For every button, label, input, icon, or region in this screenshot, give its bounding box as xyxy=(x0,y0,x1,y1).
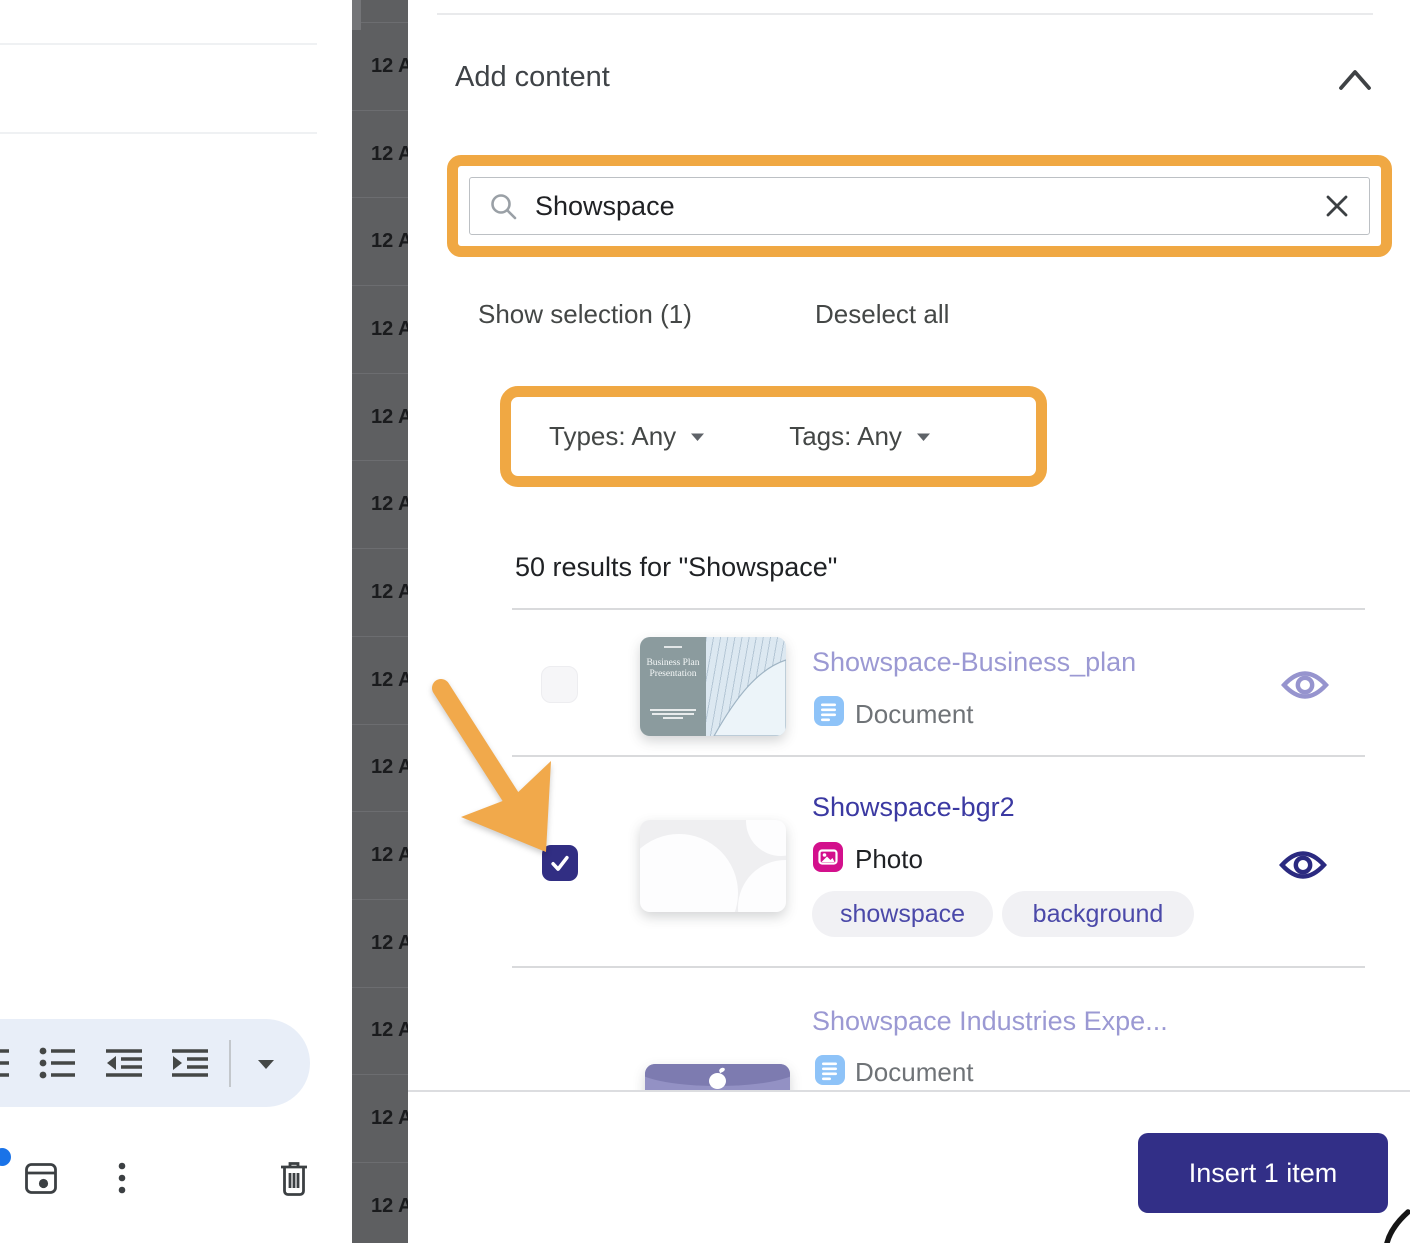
tag-chip: showspace xyxy=(812,891,993,937)
types-filter-dropdown[interactable]: Types: Any xyxy=(549,421,705,452)
editor-divider xyxy=(0,43,317,45)
result-thumbnail: Business Plan Presentation xyxy=(640,637,786,736)
results-count: 50 results for "Showspace" xyxy=(515,552,837,583)
calendar-hour-row: 12 AM xyxy=(352,22,408,110)
calendar-hour-row: 12 AM xyxy=(352,285,408,373)
numbered-list-icon[interactable] xyxy=(0,1045,12,1081)
document-type-icon xyxy=(814,696,844,726)
indent-decrease-icon[interactable] xyxy=(105,1047,143,1079)
more-formats-dropdown-icon[interactable] xyxy=(256,1058,276,1071)
more-options-icon[interactable] xyxy=(114,1161,130,1195)
result-title[interactable]: Showspace-bgr2 xyxy=(812,792,1015,823)
panel-title: Add content xyxy=(455,61,610,94)
thumbnail-cover: Business Plan Presentation xyxy=(640,637,706,736)
calendar-icon[interactable] xyxy=(24,1160,58,1197)
preview-eye-icon[interactable] xyxy=(1281,667,1329,703)
pen-mark xyxy=(1378,1205,1410,1243)
document-type-icon xyxy=(815,1055,845,1085)
calendar-hour-label: 12 AM xyxy=(371,1019,408,1042)
tags-filter-label: Tags: Any xyxy=(789,421,902,452)
show-selection-button[interactable]: Show selection (1) xyxy=(478,299,692,330)
calendar-hour-row: 12 AM xyxy=(352,460,408,548)
formatting-toolbar xyxy=(0,1019,310,1107)
thumbnail-art xyxy=(706,637,786,736)
result-type-label: Document xyxy=(855,1057,974,1088)
calendar-hour-row: 12 AM xyxy=(352,373,408,461)
collapse-chevron-up-icon[interactable] xyxy=(1338,66,1372,92)
calendar-hour-row: 12 AM xyxy=(352,987,408,1075)
indent-increase-icon[interactable] xyxy=(171,1047,209,1079)
calendar-hour-row: 12 AM xyxy=(352,899,408,987)
panel-footer: Insert 1 item xyxy=(408,1090,1410,1243)
calendar-hour-row: 12 AM xyxy=(352,636,408,724)
chevron-down-icon xyxy=(916,432,931,442)
calendar-hour-label: 12 AM xyxy=(371,1195,408,1218)
search-icon xyxy=(490,193,517,220)
thumbnail-title-line1: Business Plan xyxy=(640,658,706,669)
result-title[interactable]: Showspace Industries Expe... xyxy=(812,1006,1168,1037)
result-type-label: Document xyxy=(855,699,974,730)
calendar-hour-label: 12 AM xyxy=(371,581,408,604)
chevron-down-icon xyxy=(690,432,705,442)
screen: 12 AM 12 AM 12 AM 12 AM 12 AM 12 AM 12 AM 12 AM… xyxy=(0,0,1410,1243)
clear-search-icon[interactable] xyxy=(1325,194,1349,218)
result-thumbnail xyxy=(640,820,786,912)
calendar-hour-label: 12 AM xyxy=(371,844,408,867)
results-divider xyxy=(512,966,1365,968)
annotation-arrow xyxy=(425,655,570,870)
calendar-hour-label: 12 AM xyxy=(371,230,408,253)
calendar-time-strip: 12 AM 12 AM 12 AM 12 AM 12 AM 12 AM 12 AM 12 AM… xyxy=(352,0,408,1243)
photo-type-icon xyxy=(813,842,843,872)
calendar-strip-highlight xyxy=(352,0,361,30)
thumbnail-title-line2: Presentation xyxy=(640,669,706,680)
calendar-hour-label: 12 AM xyxy=(371,669,408,692)
result-title[interactable]: Showspace-Business_plan xyxy=(812,647,1136,678)
editor-divider xyxy=(0,132,317,134)
search-annotation-highlight xyxy=(447,155,1392,257)
panel-top-divider xyxy=(437,13,1373,15)
results-divider xyxy=(512,755,1365,757)
trash-icon[interactable] xyxy=(279,1160,309,1198)
calendar-hour-label: 12 AM xyxy=(371,932,408,955)
calendar-hour-label: 12 AM xyxy=(371,318,408,341)
accent-dot xyxy=(0,1148,11,1166)
calendar-hour-label: 12 AM xyxy=(371,143,408,166)
filters-annotation-highlight: Types: Any Tags: Any xyxy=(500,386,1047,487)
calendar-hour-row: 12 AM xyxy=(352,811,408,899)
calendar-hour-row: 12 AM xyxy=(352,724,408,812)
calendar-hour-label: 12 AM xyxy=(371,406,408,429)
calendar-hour-label: 12 AM xyxy=(371,756,408,779)
results-divider xyxy=(512,608,1365,610)
toolbar-divider xyxy=(229,1040,231,1087)
deselect-all-button[interactable]: Deselect all xyxy=(815,299,949,330)
calendar-hour-row: 12 AM xyxy=(352,548,408,636)
calendar-hour-label: 12 AM xyxy=(371,55,408,78)
calendar-hour-row: 12 AM xyxy=(352,110,408,198)
types-filter-label: Types: Any xyxy=(549,421,676,452)
calendar-hour-row: 12 AM xyxy=(352,197,408,285)
search-input[interactable] xyxy=(533,190,1325,223)
search-field[interactable] xyxy=(469,177,1370,235)
calendar-hour-row: 12 AM xyxy=(352,1162,408,1243)
tags-filter-dropdown[interactable]: Tags: Any xyxy=(789,421,931,452)
calendar-hour-label: 12 AM xyxy=(371,1107,408,1130)
insert-items-button[interactable]: Insert 1 item xyxy=(1138,1133,1388,1213)
result-type-label: Photo xyxy=(855,844,923,875)
calendar-hour-label: 12 AM xyxy=(371,493,408,516)
preview-eye-icon[interactable] xyxy=(1279,847,1327,883)
calendar-hour-row: 12 AM xyxy=(352,1074,408,1162)
bulleted-list-icon[interactable] xyxy=(38,1045,78,1081)
tag-chip: background xyxy=(1002,891,1194,937)
